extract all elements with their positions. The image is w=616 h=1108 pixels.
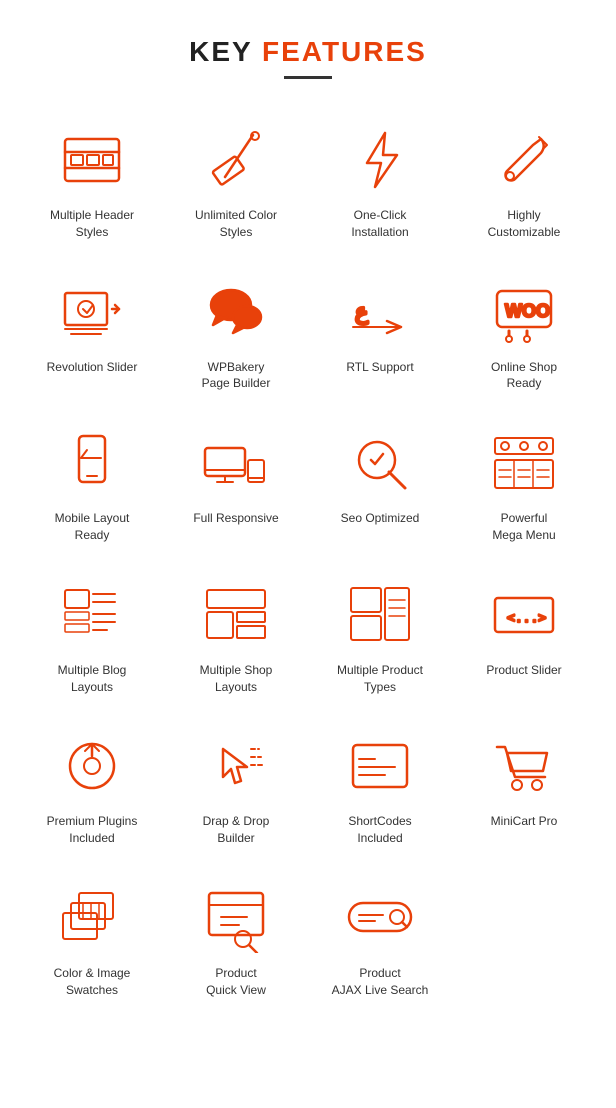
feature-item-mobile-layout-ready: Mobile Layout Ready: [20, 410, 164, 562]
wpbakery-page-builder-icon: [201, 277, 271, 347]
multiple-product-types-label: Multiple Product Types: [337, 662, 423, 696]
header-features: FEATURES: [262, 36, 427, 67]
product-ajax-live-search-label: Product AJAX Live Search: [332, 965, 429, 999]
powerful-mega-menu-label: Powerful Mega Menu: [492, 510, 555, 544]
seo-optimized-icon: [345, 428, 415, 498]
page-header: KEY FEATURES: [0, 0, 616, 97]
feature-item-rtl-support: ع RTL Support: [308, 259, 452, 411]
feature-item-product-quick-view: Product Quick View: [164, 865, 308, 1017]
mobile-layout-ready-icon: [57, 428, 127, 498]
multiple-shop-layouts-label: Multiple Shop Layouts: [200, 662, 273, 696]
highly-customizable-label: Highly Customizable: [488, 207, 561, 241]
shortcodes-included-icon: [345, 731, 415, 801]
online-shop-ready-icon: WOO: [489, 277, 559, 347]
mobile-layout-ready-label: Mobile Layout Ready: [55, 510, 130, 544]
highly-customizable-icon: [489, 125, 559, 195]
shortcodes-included-label: ShortCodes Included: [348, 813, 411, 847]
full-responsive-label: Full Responsive: [193, 510, 278, 527]
feature-item-full-responsive: Full Responsive: [164, 410, 308, 562]
feature-item-premium-plugins-included: Premium Plugins Included: [20, 713, 164, 865]
feature-item-multiple-shop-layouts: Multiple Shop Layouts: [164, 562, 308, 714]
feature-item-multiple-product-types: Multiple Product Types: [308, 562, 452, 714]
feature-item-wpbakery-page-builder: WPBakery Page Builder: [164, 259, 308, 411]
drag-drop-builder-label: Drap & Drop Builder: [203, 813, 270, 847]
full-responsive-icon: [201, 428, 271, 498]
feature-item-one-click-installation: One-Click Installation: [308, 107, 452, 259]
feature-item-color-image-swatches: Color & Image Swatches: [20, 865, 164, 1017]
feature-item-revolution-slider: Revolution Slider: [20, 259, 164, 411]
feature-item-highly-customizable: Highly Customizable: [452, 107, 596, 259]
product-quick-view-label: Product Quick View: [206, 965, 266, 999]
drag-drop-builder-icon: [201, 731, 271, 801]
feature-item-multiple-blog-layouts: Multiple Blog Layouts: [20, 562, 164, 714]
multiple-header-styles-label: Multiple Header Styles: [50, 207, 134, 241]
revolution-slider-icon: [57, 277, 127, 347]
product-slider-icon: <...>: [489, 580, 559, 650]
multiple-blog-layouts-label: Multiple Blog Layouts: [58, 662, 127, 696]
multiple-product-types-icon: [345, 580, 415, 650]
svg-text:<...>: <...>: [507, 611, 546, 626]
wpbakery-page-builder-label: WPBakery Page Builder: [202, 359, 271, 393]
minicart-pro-icon: [489, 731, 559, 801]
feature-item-drag-drop-builder: Drap & Drop Builder: [164, 713, 308, 865]
product-quick-view-icon: [201, 883, 271, 953]
seo-optimized-label: Seo Optimized: [341, 510, 420, 527]
feature-item-online-shop-ready: WOO Online Shop Ready: [452, 259, 596, 411]
svg-text:ع: ع: [355, 299, 369, 325]
multiple-header-styles-icon: [57, 125, 127, 195]
features-grid: Multiple Header Styles Unlimited Color S…: [0, 97, 616, 1037]
product-slider-label: Product Slider: [486, 662, 561, 679]
feature-item-seo-optimized: Seo Optimized: [308, 410, 452, 562]
premium-plugins-included-icon: [57, 731, 127, 801]
feature-item-minicart-pro: MiniCart Pro: [452, 713, 596, 865]
header-underline: [284, 76, 332, 79]
feature-item-multiple-header-styles: Multiple Header Styles: [20, 107, 164, 259]
header-key: KEY: [189, 36, 252, 67]
minicart-pro-label: MiniCart Pro: [491, 813, 558, 830]
one-click-installation-icon: [345, 125, 415, 195]
online-shop-ready-label: Online Shop Ready: [491, 359, 557, 393]
multiple-shop-layouts-icon: [201, 580, 271, 650]
one-click-installation-label: One-Click Installation: [351, 207, 408, 241]
unlimited-color-styles-icon: [201, 125, 271, 195]
product-ajax-live-search-icon: [345, 883, 415, 953]
feature-item-unlimited-color-styles: Unlimited Color Styles: [164, 107, 308, 259]
rtl-support-label: RTL Support: [346, 359, 413, 376]
powerful-mega-menu-icon: [489, 428, 559, 498]
feature-item-product-ajax-live-search: Product AJAX Live Search: [308, 865, 452, 1017]
feature-item-shortcodes-included: ShortCodes Included: [308, 713, 452, 865]
color-image-swatches-label: Color & Image Swatches: [54, 965, 131, 999]
premium-plugins-included-label: Premium Plugins Included: [47, 813, 138, 847]
svg-text:WOO: WOO: [505, 301, 550, 321]
multiple-blog-layouts-icon: [57, 580, 127, 650]
revolution-slider-label: Revolution Slider: [47, 359, 138, 376]
feature-item-product-slider: <...> Product Slider: [452, 562, 596, 714]
color-image-swatches-icon: [57, 883, 127, 953]
feature-item-powerful-mega-menu: Powerful Mega Menu: [452, 410, 596, 562]
unlimited-color-styles-label: Unlimited Color Styles: [195, 207, 277, 241]
rtl-support-icon: ع: [345, 277, 415, 347]
